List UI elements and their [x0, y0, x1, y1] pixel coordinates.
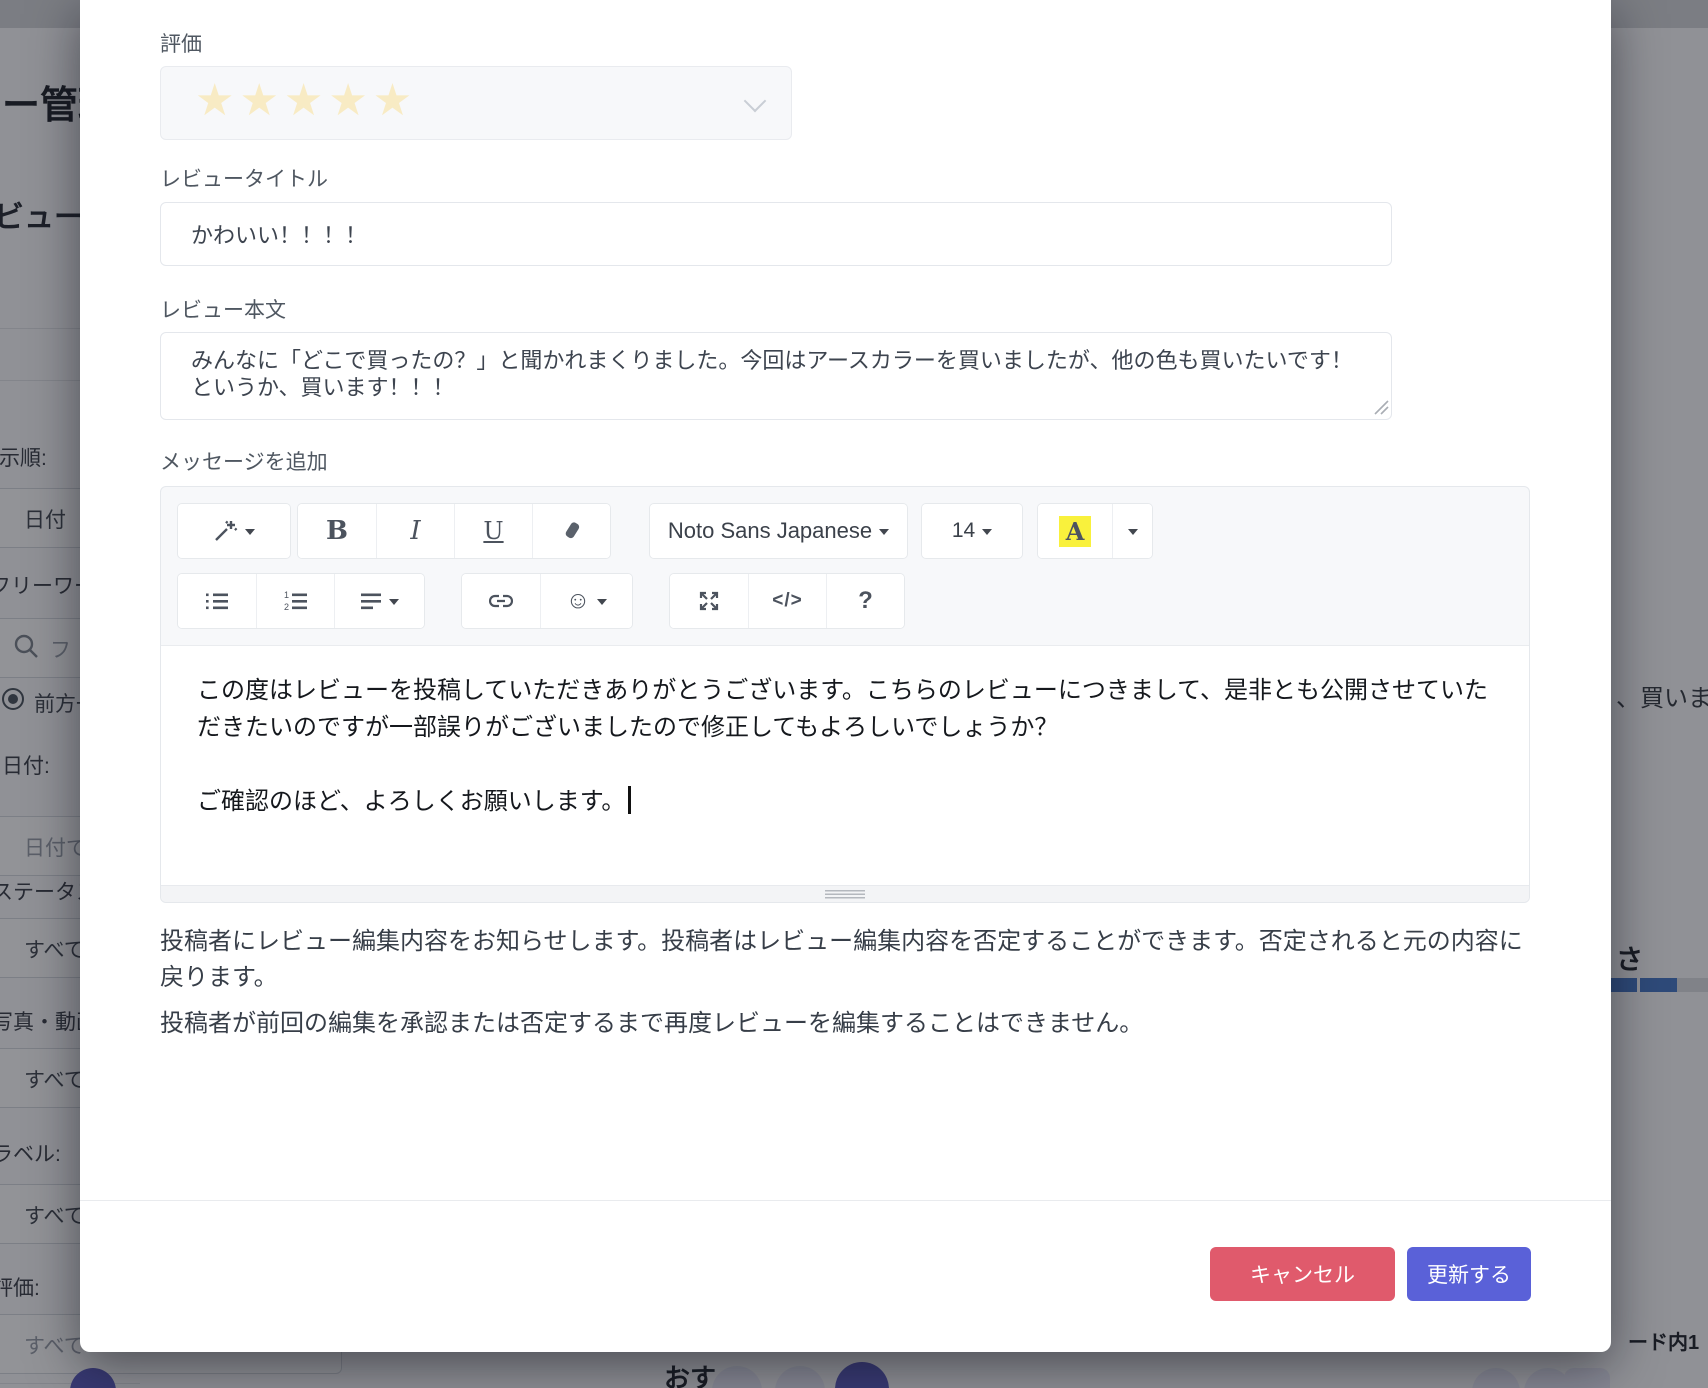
- font-family-dropdown[interactable]: Noto Sans Japanese: [650, 504, 907, 558]
- style-group: [177, 503, 291, 559]
- magic-wand-style-button[interactable]: [178, 504, 290, 558]
- font-color-icon: A: [1058, 515, 1092, 547]
- editor-toolbar-row-1: B I U Noto Sans Japanese 14 A: [177, 503, 1153, 559]
- paragraph-align-icon: [360, 590, 382, 612]
- clear-format-button[interactable]: [532, 504, 610, 558]
- unordered-list-icon: [205, 590, 229, 612]
- editor-paragraph: この度はレビューを投稿していただきありがとうございます。こちらのレビューにつきま…: [197, 676, 1488, 741]
- editor-paragraph: ご確認のほど、よろしくお願いします。: [197, 783, 1493, 820]
- italic-button[interactable]: I: [376, 504, 454, 558]
- font-style-group: B I U: [297, 503, 611, 559]
- paragraph-group: 12: [177, 573, 425, 629]
- font-size-dropdown[interactable]: 14: [922, 504, 1022, 558]
- underline-icon: U: [483, 517, 504, 545]
- link-icon: [489, 591, 513, 611]
- add-message-label: メッセージを追加: [160, 451, 328, 474]
- bold-button[interactable]: B: [298, 504, 376, 558]
- caret-down-icon: [982, 528, 993, 540]
- rating-select[interactable]: ★★★★★: [160, 66, 792, 140]
- fullscreen-button[interactable]: [670, 574, 748, 628]
- caret-down-icon: [389, 598, 399, 610]
- insert-group: ☺: [461, 573, 633, 629]
- insert-link-button[interactable]: [462, 574, 540, 628]
- font-family-value: Noto Sans Japanese: [667, 518, 873, 543]
- font-size-group: 14: [921, 503, 1023, 559]
- code-view-icon: </>: [772, 590, 803, 611]
- edit-restriction-paragraph: 投稿者が前回の編集を承認または否定するまで再度レビューを編集することはできません…: [160, 1010, 1144, 1037]
- fullscreen-icon: [698, 590, 720, 612]
- font-size-value: 14: [951, 519, 976, 542]
- code-view-button[interactable]: </>: [748, 574, 826, 628]
- review-title-label: レビュータイトル: [160, 168, 328, 191]
- textarea-resize-grip-icon[interactable]: [1374, 400, 1389, 420]
- ordered-list-button[interactable]: 12: [256, 574, 334, 628]
- text-cursor: [628, 786, 632, 814]
- emoji-button[interactable]: ☺: [540, 574, 632, 628]
- caret-down-icon: [1127, 528, 1138, 540]
- chevron-down-icon: [743, 89, 767, 113]
- font-family-group: Noto Sans Japanese: [649, 503, 908, 559]
- help-button[interactable]: ?: [826, 574, 904, 628]
- editor-statusbar: [161, 885, 1529, 902]
- update-button[interactable]: 更新する: [1407, 1247, 1531, 1301]
- review-body-label: レビュー本文: [160, 299, 286, 322]
- underline-button[interactable]: U: [454, 504, 532, 558]
- rating-label: 評価: [160, 33, 202, 56]
- screen: レビュー管理 レビュー 表示順: 日付 フリーワード フ 前方一致 日付: 日付…: [0, 0, 1708, 1388]
- view-group: </> ?: [669, 573, 905, 629]
- paragraph-align-button[interactable]: [334, 574, 424, 628]
- ordered-list-icon: 12: [284, 590, 308, 612]
- star-rating-icons: ★★★★★: [195, 76, 418, 125]
- edit-notice-paragraph: 投稿者にレビュー編集内容をお知らせします。投稿者はレビュー編集内容を否定すること…: [160, 928, 1523, 991]
- caret-down-icon: [597, 598, 608, 610]
- smiley-icon: ☺: [565, 587, 591, 614]
- editor-paragraph-text: ご確認のほど、よろしくお願いします。: [197, 787, 626, 815]
- editor-content-area[interactable]: この度はレビューを投稿していただきありがとうございます。こちらのレビューにつきま…: [161, 645, 1529, 885]
- editor-toolbar-row-2: 12 ☺ </> ?: [177, 573, 905, 629]
- footer-divider: [80, 1200, 1611, 1201]
- font-color-group: A: [1037, 503, 1153, 559]
- bold-icon: B: [326, 516, 348, 546]
- review-title-input[interactable]: [160, 202, 1392, 266]
- svg-text:2: 2: [284, 602, 289, 612]
- font-color-button[interactable]: A: [1038, 504, 1112, 558]
- cancel-button[interactable]: キャンセル: [1210, 1247, 1395, 1301]
- eraser-icon: [561, 520, 583, 542]
- resize-handle-icon[interactable]: [825, 889, 865, 899]
- unordered-list-button[interactable]: [178, 574, 256, 628]
- question-icon: ?: [858, 587, 873, 614]
- message-editor: B I U Noto Sans Japanese 14 A 1 2 ☺ </> …: [160, 486, 1530, 903]
- review-body-textarea[interactable]: みんなに「どこで買ったの？」と聞かれまくりました。今回はアースカラーを買いました…: [160, 332, 1392, 420]
- svg-text:1: 1: [284, 590, 289, 600]
- modal-footer: キャンセル 更新する: [80, 1247, 1531, 1301]
- caret-down-icon: [879, 528, 890, 540]
- magic-wand-icon: [214, 520, 238, 542]
- font-color-dropdown[interactable]: [1112, 504, 1152, 558]
- italic-icon: I: [410, 516, 421, 546]
- edit-review-modal: 評価 ★★★★★ レビュータイトル レビュー本文 みんなに「どこで買ったの？」と…: [80, 0, 1611, 1352]
- caret-down-icon: [244, 528, 255, 540]
